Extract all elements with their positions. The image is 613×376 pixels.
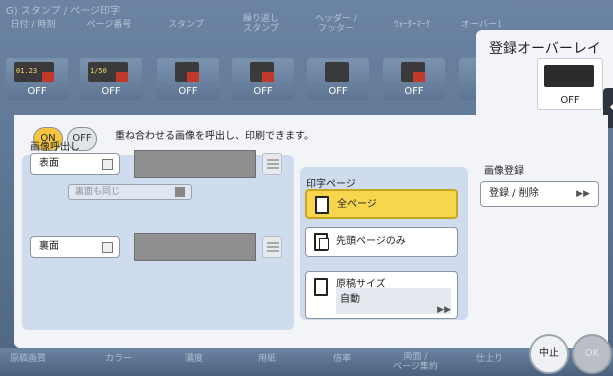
print-page-title: 印字ページ	[306, 179, 356, 190]
ok-button[interactable]: OK	[572, 334, 612, 374]
chevron-right-icon: ▶▶	[437, 305, 451, 315]
image-recall-title: 画像呼出し	[30, 142, 80, 153]
back-side-label: 裏面	[39, 241, 59, 252]
all-pages-label: 全ページ	[337, 199, 377, 210]
tab-label: 繰り返し スタンプ	[242, 14, 279, 34]
active-tab-tile[interactable]: OFF	[537, 58, 603, 110]
status-off: OFF	[101, 86, 121, 97]
front-side-button[interactable]: 表面	[30, 153, 120, 175]
pages-icon	[314, 233, 329, 251]
tab-label: オーバーレイ	[461, 20, 501, 30]
tab-page-number[interactable]: ページ番号 1/50 OFF	[76, 0, 142, 115]
bottom-tab-density[interactable]: 濃度	[185, 354, 203, 364]
stamp-icon	[175, 62, 199, 82]
front-image-slot	[134, 150, 256, 178]
date-time-icon: 01.23	[14, 62, 54, 82]
original-size-button[interactable]: 原稿サイズ 自動 ▶▶	[305, 271, 458, 319]
bottom-function-bar	[0, 348, 613, 376]
checkbox-icon	[102, 242, 113, 253]
back-image-slot	[134, 233, 256, 261]
page-number-icon: 1/50	[88, 62, 128, 82]
bottom-tab-zoom[interactable]: 倍率	[333, 354, 351, 364]
checkbox-icon	[102, 159, 113, 170]
tab-label: ｳｫｰﾀｰﾏｰｸ	[393, 20, 430, 30]
front-list-icon[interactable]	[262, 153, 282, 175]
all-pages-option[interactable]: 全ページ	[305, 189, 458, 219]
tab-tile[interactable]: OFF	[383, 58, 445, 100]
tab-date-time[interactable]: 日付 / 時刻 01.23 OFF	[0, 0, 68, 115]
back-list-icon[interactable]	[262, 236, 282, 258]
image-register-title: 画像登録	[484, 166, 524, 177]
bottom-tab-color[interactable]: カラー	[105, 354, 132, 364]
bottom-tab-paper[interactable]: 用紙	[258, 354, 276, 364]
first-page-only-label: 先頭ページのみ	[336, 236, 406, 247]
original-size-value: 自動	[336, 288, 451, 314]
register-delete-label: 登録 / 削除	[489, 188, 539, 199]
bottom-tab-original-quality[interactable]: 原稿画質	[10, 354, 46, 364]
stop-button[interactable]: 中止	[529, 334, 569, 374]
tab-tile[interactable]: OFF	[157, 58, 219, 100]
page-icon	[314, 278, 328, 296]
tab-stamp[interactable]: スタンプ OFF	[153, 0, 219, 115]
tab-tile[interactable]: OFF	[232, 58, 294, 100]
register-delete-button[interactable]: 登録 / 削除 ▶▶	[480, 181, 599, 207]
bottom-tab-finishing[interactable]: 仕上り	[476, 354, 503, 364]
first-page-only-option[interactable]: 先頭ページのみ	[305, 227, 458, 257]
watermark-icon	[401, 62, 425, 82]
bottom-tab-duplex-combine[interactable]: 両面 / ページ集約	[393, 352, 438, 372]
tab-tile[interactable]: OFF	[307, 58, 369, 100]
status-off: OFF	[404, 86, 424, 97]
same-as-front-button[interactable]: 裏面も同じ	[68, 184, 192, 200]
same-as-front-label: 裏面も同じ	[75, 187, 121, 197]
repeat-stamp-icon	[250, 62, 274, 82]
description-text: 重ね合わせる画像を呼出し、印刷できます。	[115, 131, 314, 142]
header-footer-icon	[325, 62, 349, 82]
status-off: OFF	[178, 86, 198, 97]
tab-header-footer[interactable]: ヘッダー / フッター OFF	[303, 0, 369, 115]
tab-watermark[interactable]: ｳｫｰﾀｰﾏｰｸ OFF	[379, 0, 445, 115]
tab-label: 日付 / 時刻	[10, 20, 56, 30]
tab-tile[interactable]: 1/50 OFF	[80, 58, 142, 100]
status-off: OFF	[27, 86, 47, 97]
back-side-button[interactable]: 裏面	[30, 236, 120, 258]
active-tab-label: 登録オーバーレイ	[489, 41, 601, 57]
status-off: OFF	[253, 86, 273, 97]
page-icon	[315, 196, 329, 214]
tab-label: スタンプ	[168, 20, 204, 30]
status-off: OFF	[328, 86, 348, 97]
tab-label: ページ番号	[86, 20, 132, 30]
tab-label: ヘッダー / フッター	[315, 14, 357, 34]
checkbox-icon	[175, 187, 185, 197]
tab-repeat-stamp[interactable]: 繰り返し スタンプ OFF	[228, 0, 294, 115]
chevron-right-icon: ▶▶	[576, 189, 590, 199]
tab-tile[interactable]: 01.23 OFF	[6, 58, 68, 100]
status-off: OFF	[560, 95, 580, 106]
registered-overlay-icon	[544, 65, 594, 87]
front-side-label: 表面	[39, 158, 59, 169]
